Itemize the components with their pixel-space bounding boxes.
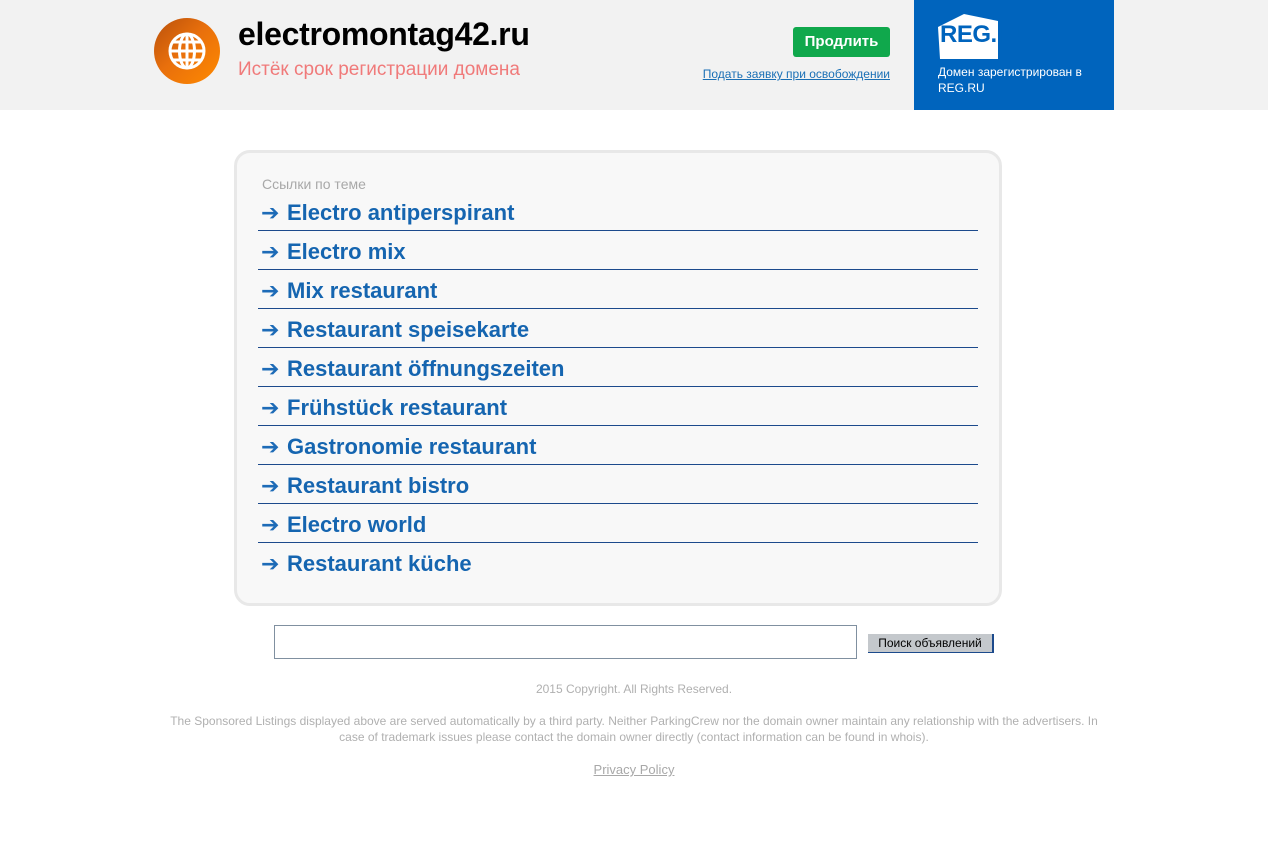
link-item-label[interactable]: Restaurant bistro — [287, 473, 469, 499]
regru-logo-text: REG.RU — [940, 21, 1031, 48]
link-item[interactable]: ➔ Electro antiperspirant — [258, 192, 978, 231]
arrow-right-icon: ➔ — [261, 435, 280, 460]
link-item[interactable]: ➔ Electro mix — [258, 231, 978, 270]
link-item[interactable]: ➔ Mix restaurant — [258, 270, 978, 309]
link-item[interactable]: ➔ Electro world — [258, 504, 978, 543]
link-item[interactable]: ➔ Restaurant küche — [258, 543, 978, 581]
arrow-right-icon: ➔ — [261, 513, 280, 538]
link-item[interactable]: ➔ Restaurant öffnungszeiten — [258, 348, 978, 387]
copyright-text: 2015 Copyright. All Rights Reserved. — [535, 682, 733, 696]
link-item-label[interactable]: Frühstück restaurant — [287, 395, 507, 421]
link-item-label[interactable]: Restaurant speisekarte — [287, 317, 529, 343]
privacy-policy-link[interactable]: Privacy Policy — [594, 762, 675, 777]
link-item-label[interactable]: Electro antiperspirant — [287, 200, 514, 226]
request-domain-link[interactable]: Подать заявку при освобождении — [703, 67, 890, 81]
arrow-right-icon: ➔ — [261, 474, 280, 499]
link-item-label[interactable]: Electro mix — [287, 239, 406, 265]
link-item[interactable]: ➔ Restaurant speisekarte — [258, 309, 978, 348]
expiration-status: Истёк срок регистрации домена — [238, 59, 520, 80]
arrow-right-icon: ➔ — [261, 201, 280, 226]
related-links-title: Ссылки по теме — [262, 176, 366, 192]
header-bar: electromontag42.ru Истёк срок регистраци… — [0, 0, 1268, 110]
link-item[interactable]: ➔ Frühstück restaurant — [258, 387, 978, 426]
registrar-note: Домен зарегистрирован в REG.RU — [938, 65, 1082, 95]
link-item-label[interactable]: Electro world — [287, 512, 426, 538]
search-input[interactable] — [274, 625, 857, 659]
arrow-right-icon: ➔ — [261, 357, 280, 382]
disclaimer-text: The Sponsored Listings displayed above a… — [170, 714, 1098, 744]
renew-button[interactable]: Продлить — [793, 27, 890, 57]
related-links-list: ➔ Electro antiperspirant ➔ Electro mix ➔… — [258, 192, 978, 581]
arrow-right-icon: ➔ — [261, 396, 280, 421]
globe-icon — [154, 18, 220, 84]
link-item[interactable]: ➔ Gastronomie restaurant — [258, 426, 978, 465]
arrow-right-icon: ➔ — [261, 279, 280, 304]
search-button[interactable]: Поиск объявлений — [868, 634, 994, 653]
related-links-panel: Ссылки по теме ➔ Electro antiperspirant … — [234, 150, 1002, 606]
link-item-label[interactable]: Restaurant küche — [287, 551, 472, 577]
arrow-right-icon: ➔ — [261, 240, 280, 265]
link-item[interactable]: ➔ Restaurant bistro — [258, 465, 978, 504]
registrar-panel[interactable]: REG.RU Домен зарегистрирован в REG.RU — [914, 0, 1114, 110]
arrow-right-icon: ➔ — [261, 318, 280, 343]
domain-name: electromontag42.ru — [238, 16, 530, 52]
link-item-label[interactable]: Restaurant öffnungszeiten — [287, 356, 564, 382]
privacy-policy-wrapper: Privacy Policy — [0, 762, 1268, 777]
link-item-label[interactable]: Gastronomie restaurant — [287, 434, 536, 460]
link-item-label[interactable]: Mix restaurant — [287, 278, 437, 304]
arrow-right-icon: ➔ — [261, 552, 280, 577]
